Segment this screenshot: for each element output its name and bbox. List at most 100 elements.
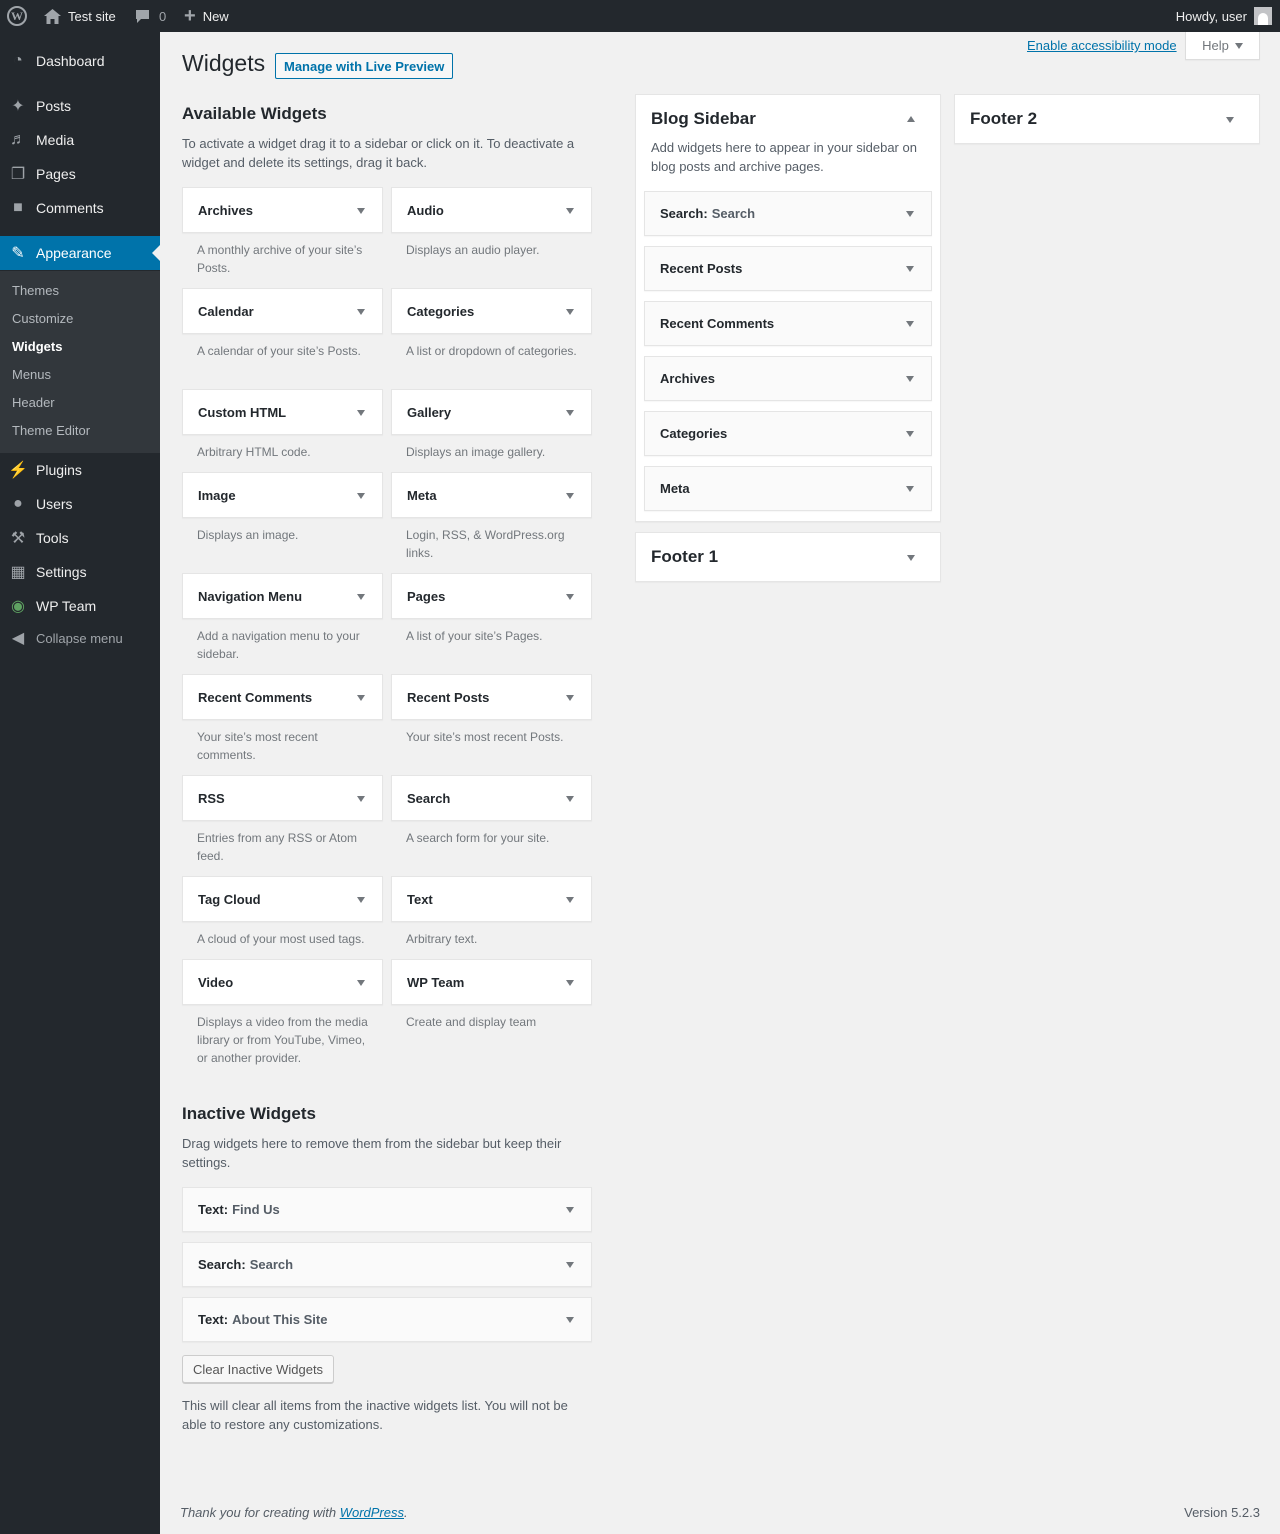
my-account-link[interactable]: Howdy, user bbox=[1176, 0, 1272, 32]
expand-arrow-icon[interactable] bbox=[566, 309, 574, 315]
menu-users[interactable]: ● Users bbox=[0, 487, 160, 521]
expand-arrow-icon[interactable] bbox=[566, 796, 574, 802]
wrench-icon: ⚒ bbox=[10, 530, 26, 547]
expand-arrow-icon[interactable] bbox=[566, 594, 574, 600]
expand-arrow-icon[interactable] bbox=[566, 980, 574, 986]
widget-row[interactable]: Text: Find Us bbox=[182, 1187, 592, 1232]
widget-description: Arbitrary HTML code. bbox=[197, 445, 311, 459]
expand-arrow-icon[interactable] bbox=[906, 266, 914, 272]
widget-title: Text: Find Us bbox=[198, 1188, 280, 1231]
expand-arrow-icon[interactable] bbox=[566, 410, 574, 416]
widget-description: Arbitrary text. bbox=[406, 932, 478, 946]
expand-arrow-icon[interactable] bbox=[906, 211, 914, 217]
comments-link[interactable]: 0 bbox=[135, 0, 166, 32]
expand-arrow-icon[interactable] bbox=[357, 897, 365, 903]
widget-row[interactable]: Recent Comments bbox=[644, 301, 932, 346]
expand-arrow-icon[interactable] bbox=[566, 897, 574, 903]
submenu-menus[interactable]: Menus bbox=[12, 367, 51, 382]
widget-row[interactable]: Categories bbox=[644, 411, 932, 456]
available-widget[interactable]: Gallery bbox=[391, 389, 592, 435]
wordpress-logo-link[interactable]: W bbox=[7, 0, 27, 32]
available-widget[interactable]: Recent Comments bbox=[182, 674, 383, 720]
collapse-menu-button[interactable]: ◀ Collapse menu bbox=[0, 621, 160, 655]
available-widget[interactable]: WP Team bbox=[391, 959, 592, 1005]
live-preview-button[interactable]: Manage with Live Preview bbox=[275, 53, 454, 79]
available-widget[interactable]: Calendar bbox=[182, 288, 383, 334]
expand-arrow-icon[interactable] bbox=[357, 410, 365, 416]
menu-plugins[interactable]: ⚡ Plugins bbox=[0, 453, 160, 487]
menu-tools[interactable]: ⚒ Tools bbox=[0, 521, 160, 555]
widget-name: Text: bbox=[198, 1312, 229, 1327]
submenu-theme-editor[interactable]: Theme Editor bbox=[12, 423, 90, 438]
widget-name: Search: bbox=[660, 206, 708, 221]
widget-row[interactable]: Text: About This Site bbox=[182, 1297, 592, 1342]
help-tab-button[interactable]: Help bbox=[1185, 32, 1260, 60]
available-widget[interactable]: Archives bbox=[182, 187, 383, 233]
available-widget[interactable]: Custom HTML bbox=[182, 389, 383, 435]
menu-settings[interactable]: ▦ Settings bbox=[0, 555, 160, 589]
new-content-link[interactable]: + New bbox=[184, 0, 229, 32]
available-widget[interactable]: Video bbox=[182, 959, 383, 1005]
menu-appearance[interactable]: ✎ Appearance bbox=[0, 236, 160, 270]
site-name: Test site bbox=[68, 8, 116, 24]
menu-posts-label: Posts bbox=[36, 98, 72, 114]
expand-arrow-icon[interactable] bbox=[357, 309, 365, 315]
expand-arrow-icon[interactable] bbox=[906, 486, 914, 492]
expand-arrow-icon[interactable] bbox=[357, 594, 365, 600]
menu-wp-team[interactable]: ◉ WP Team bbox=[0, 589, 160, 623]
available-widget[interactable]: Tag Cloud bbox=[182, 876, 383, 922]
expand-arrow-icon[interactable] bbox=[1226, 117, 1234, 123]
widget-row[interactable]: Meta bbox=[644, 466, 932, 511]
menu-pages[interactable]: ❐ Pages bbox=[0, 157, 160, 191]
menu-comments[interactable]: ■ Comments bbox=[0, 191, 160, 225]
expand-arrow-icon[interactable] bbox=[357, 493, 365, 499]
expand-arrow-icon[interactable] bbox=[357, 695, 365, 701]
expand-arrow-icon[interactable] bbox=[566, 1317, 574, 1323]
submenu-customize[interactable]: Customize bbox=[12, 311, 73, 326]
available-widget[interactable]: Recent Posts bbox=[391, 674, 592, 720]
expand-arrow-icon[interactable] bbox=[566, 1262, 574, 1268]
wordpress-logo-icon: W bbox=[7, 6, 27, 26]
widget-name: Archives bbox=[660, 371, 715, 386]
expand-arrow-icon[interactable] bbox=[906, 376, 914, 382]
available-widget[interactable]: Search bbox=[391, 775, 592, 821]
expand-arrow-icon[interactable] bbox=[357, 796, 365, 802]
widget-row[interactable]: Search: Search bbox=[644, 191, 932, 236]
submenu-themes[interactable]: Themes bbox=[12, 283, 59, 298]
expand-arrow-icon[interactable] bbox=[906, 321, 914, 327]
chevron-down-icon bbox=[1234, 42, 1243, 49]
expand-arrow-icon[interactable] bbox=[566, 493, 574, 499]
available-widget[interactable]: Meta bbox=[391, 472, 592, 518]
menu-posts[interactable]: ✦ Posts bbox=[0, 89, 160, 123]
expand-arrow-icon[interactable] bbox=[907, 555, 915, 561]
footer-1-area[interactable]: Footer 1 bbox=[635, 532, 941, 582]
accessibility-mode-link[interactable]: Enable accessibility mode bbox=[1027, 38, 1177, 53]
expand-arrow-icon[interactable] bbox=[566, 695, 574, 701]
available-widget[interactable]: RSS bbox=[182, 775, 383, 821]
menu-dashboard[interactable]: ◔ Dashboard bbox=[0, 44, 160, 78]
available-widget[interactable]: Audio bbox=[391, 187, 592, 233]
expand-arrow-icon[interactable] bbox=[357, 980, 365, 986]
expand-arrow-icon[interactable] bbox=[357, 208, 365, 214]
site-name-link[interactable]: Test site bbox=[44, 0, 116, 32]
available-widget[interactable]: Image bbox=[182, 472, 383, 518]
widget-row[interactable]: Search: Search bbox=[182, 1242, 592, 1287]
expand-arrow-icon[interactable] bbox=[566, 1207, 574, 1213]
wordpress-link[interactable]: WordPress bbox=[340, 1505, 404, 1520]
widget-row[interactable]: Archives bbox=[644, 356, 932, 401]
widget-title: Archives bbox=[198, 202, 253, 218]
widget-row[interactable]: Recent Posts bbox=[644, 246, 932, 291]
footer-2-area[interactable]: Footer 2 bbox=[954, 94, 1260, 144]
blog-sidebar-title[interactable]: Blog Sidebar bbox=[651, 109, 756, 129]
available-widget[interactable]: Text bbox=[391, 876, 592, 922]
expand-arrow-icon[interactable] bbox=[906, 431, 914, 437]
submenu-header[interactable]: Header bbox=[12, 395, 55, 410]
available-widget[interactable]: Categories bbox=[391, 288, 592, 334]
available-widget[interactable]: Pages bbox=[391, 573, 592, 619]
submenu-widgets[interactable]: Widgets bbox=[12, 339, 62, 354]
expand-arrow-icon[interactable] bbox=[566, 208, 574, 214]
menu-media[interactable]: ♬ Media bbox=[0, 123, 160, 157]
collapse-arrow-icon[interactable] bbox=[907, 116, 915, 122]
available-widget[interactable]: Navigation Menu bbox=[182, 573, 383, 619]
clear-inactive-widgets-button[interactable]: Clear Inactive Widgets bbox=[182, 1355, 335, 1383]
